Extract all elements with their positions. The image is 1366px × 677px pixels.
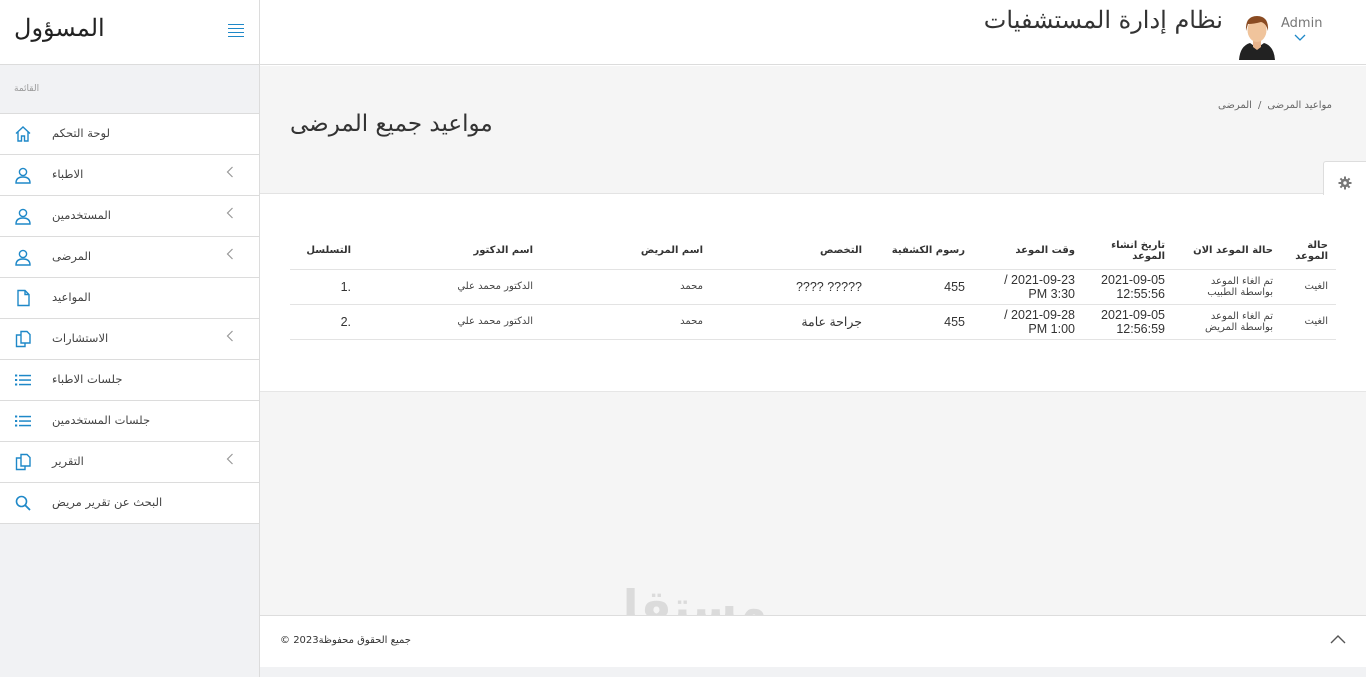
- column-header: اسم المريض: [541, 233, 711, 270]
- sidebar-item[interactable]: لوحة التحكم: [0, 114, 259, 155]
- sidebar-title: المسؤول: [14, 14, 105, 42]
- sidebar-item[interactable]: المستخدمين: [0, 196, 259, 237]
- sidebar-item-label: التقرير: [52, 454, 84, 468]
- user-icon: [14, 166, 32, 184]
- content-background: [260, 392, 1366, 615]
- table-cell: 2021-09-23 / 3:30 PM: [973, 269, 1083, 305]
- sidebar: المسؤول القائمة لوحة التحكم الاطباء المستخ…: [0, 0, 260, 677]
- sidebar-item-label: الاطباء: [52, 167, 84, 181]
- sidebar-item[interactable]: جلسات المستخدمين: [0, 401, 259, 442]
- chevron-down-icon[interactable]: [1294, 34, 1306, 42]
- table-header-row: حالة الموعد حالة الموعد الان تاريخ انشاء ا…: [290, 233, 1336, 270]
- files-icon: [14, 330, 32, 348]
- bottom-strip: [260, 667, 1366, 677]
- sidebar-item[interactable]: الاطباء: [0, 155, 259, 196]
- chevron-left-icon: [226, 453, 234, 469]
- sidebar-item-label: جلسات المستخدمين: [52, 413, 151, 427]
- column-header: حالة الموعد: [1281, 233, 1336, 270]
- table-cell: 2021-09-05 12:56:59: [1083, 304, 1173, 340]
- table-cell: تم الغاء الموعد بواسطة الطبيب: [1173, 269, 1281, 305]
- breadcrumb: مواعيد المرضى / المرضى: [1218, 100, 1332, 111]
- table-row: الغيت تم الغاء الموعد بواسطة المريض 2021-0…: [290, 304, 1336, 340]
- column-header: وقت الموعد: [973, 233, 1083, 270]
- gear-icon: [1338, 176, 1352, 190]
- user-name[interactable]: Admin: [1281, 16, 1322, 31]
- sidebar-item-label: لوحة التحكم: [52, 126, 110, 140]
- table-cell: الغيت: [1281, 304, 1336, 340]
- breadcrumb-item[interactable]: المرضى: [1218, 100, 1252, 111]
- home-icon: [14, 125, 32, 143]
- sidebar-item-label: المستخدمين: [52, 208, 111, 222]
- chevron-up-icon[interactable]: [1328, 632, 1348, 646]
- hamburger-menu-icon[interactable]: [228, 24, 244, 37]
- table-cell: 455: [870, 304, 973, 340]
- chevron-left-icon: [226, 330, 234, 346]
- sidebar-item-label: المواعيد: [52, 290, 91, 304]
- table-cell: محمد: [541, 269, 711, 305]
- column-header: التسلسل: [290, 233, 359, 270]
- table-cell: محمد: [541, 304, 711, 340]
- column-header: حالة الموعد الان: [1173, 233, 1281, 270]
- appointments-panel: حالة الموعد حالة الموعد الان تاريخ انشاء ا…: [260, 195, 1366, 392]
- table-cell: 455: [870, 269, 973, 305]
- sidebar-item-label: البحث عن تقرير مريض: [52, 495, 163, 509]
- sidebar-header: المسؤول: [0, 0, 259, 65]
- table-cell: 1.: [290, 269, 359, 305]
- column-header: رسوم الكشفية: [870, 233, 973, 270]
- sidebar-item[interactable]: المواعيد: [0, 278, 259, 319]
- table-cell: الدكتور محمد علي: [359, 304, 541, 340]
- sidebar-item[interactable]: الاستشارات: [0, 319, 259, 360]
- app-title: نظام إدارة المستشفيات: [983, 6, 1223, 34]
- top-header: نظام إدارة المستشفيات Admin: [260, 0, 1366, 65]
- sidebar-item[interactable]: المرضى: [0, 237, 259, 278]
- sidebar-item[interactable]: جلسات الاطباء: [0, 360, 259, 401]
- column-header: تاريخ انشاء الموعد: [1083, 233, 1173, 270]
- column-header: التخصص: [711, 233, 870, 270]
- table-cell: تم الغاء الموعد بواسطة المريض: [1173, 304, 1281, 340]
- table-cell: الدكتور محمد علي: [359, 269, 541, 305]
- copyright-text: جميع الحقوق محفوظة2023 ©: [280, 635, 411, 646]
- sidebar-item[interactable]: البحث عن تقرير مريض: [0, 483, 259, 524]
- footer: جميع الحقوق محفوظة2023 ©: [260, 615, 1366, 667]
- sidebar-item-label: المرضى: [52, 249, 92, 263]
- table-cell: جراحة عامة: [711, 304, 870, 340]
- menu-caption: القائمة: [0, 65, 259, 114]
- page-title: مواعيد جميع المرضى: [290, 111, 493, 137]
- breadcrumb-separator: /: [1257, 100, 1262, 111]
- breadcrumb-item[interactable]: مواعيد المرضى: [1267, 100, 1332, 111]
- chevron-left-icon: [226, 248, 234, 264]
- chevron-left-icon: [226, 207, 234, 223]
- column-header: اسم الدكتور: [359, 233, 541, 270]
- table-cell: 2021-09-05 12:55:56: [1083, 269, 1173, 305]
- files-icon: [14, 453, 32, 471]
- file-icon: [14, 289, 32, 307]
- table-cell: 2.: [290, 304, 359, 340]
- list-icon: [14, 412, 32, 430]
- chevron-left-icon: [226, 166, 234, 182]
- sidebar-item-label: الاستشارات: [52, 331, 109, 345]
- table-cell: الغيت: [1281, 269, 1336, 305]
- page-header: مواعيد المرضى / المرضى مواعيد جميع المرضى: [260, 66, 1366, 204]
- avatar[interactable]: [1236, 10, 1278, 60]
- table-row: الغيت تم الغاء الموعد بواسطة الطبيب 2021-0…: [290, 269, 1336, 305]
- table-cell: ???? ?????: [711, 269, 870, 305]
- list-icon: [14, 371, 32, 389]
- user-icon: [14, 248, 32, 266]
- user-icon: [14, 207, 32, 225]
- sidebar-menu: لوحة التحكم الاطباء المستخدمين المرضى المواع…: [0, 114, 259, 524]
- search-icon: [14, 494, 32, 512]
- sidebar-item-label: جلسات الاطباء: [52, 372, 123, 386]
- table-cell: 2021-09-28 / 1:00 PM: [973, 304, 1083, 340]
- appointments-table: حالة الموعد حالة الموعد الان تاريخ انشاء ا…: [290, 233, 1336, 340]
- sidebar-item[interactable]: التقرير: [0, 442, 259, 483]
